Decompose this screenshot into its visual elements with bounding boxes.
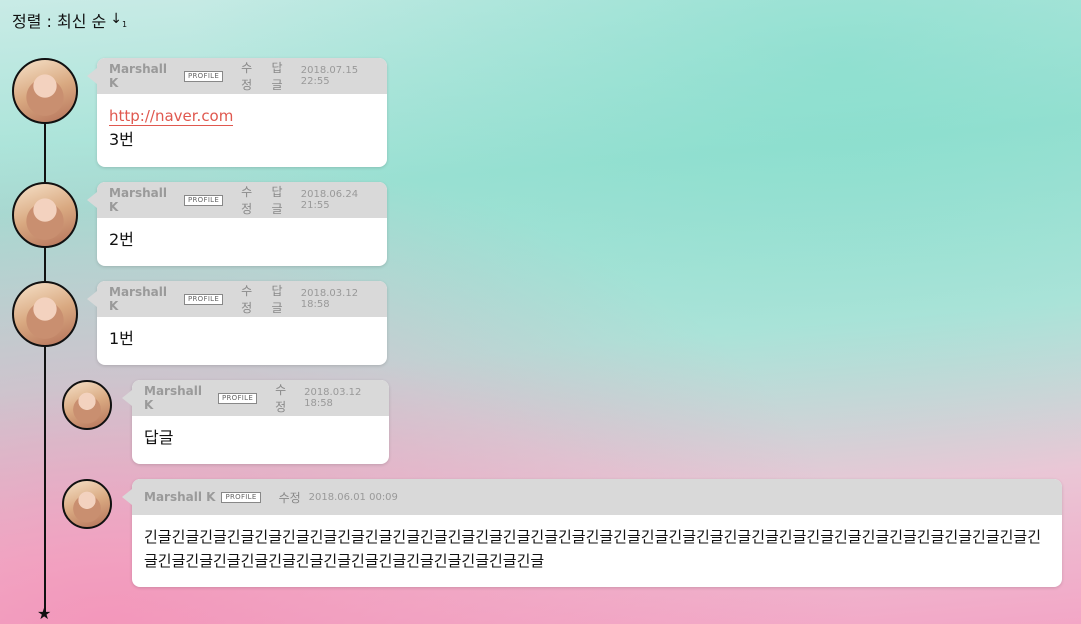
avatar[interactable] <box>62 479 112 529</box>
comment-text: 답글 <box>144 428 174 447</box>
comment-date: 2018.06.01 00:09 <box>308 491 398 503</box>
comment-card: Marshall K PROFILE 수정 답글 2018.07.15 22:5… <box>87 58 387 167</box>
comment-header: Marshall K PROFILE 수정 2018.03.12 18:58 <box>122 380 389 416</box>
edit-button[interactable]: 수정 <box>241 282 262 316</box>
sort-control[interactable]: 정렬 : 최신 순 ↓1 <box>12 8 127 32</box>
comment-body: 긴글긴글긴글긴글긴글긴글긴글긴글긴글긴글긴글긴글긴글긴글긴글긴글긴글긴글긴글긴글… <box>132 515 1062 583</box>
comment-author[interactable]: Marshall K <box>144 384 212 412</box>
timeline-end-star-icon: ★ <box>37 604 52 623</box>
edit-button[interactable]: 수정 <box>275 381 296 415</box>
reply-card: Marshall K PROFILE 수정 2018.03.12 18:58 답… <box>122 380 389 464</box>
edit-button[interactable]: 수정 <box>241 59 262 93</box>
reply-button[interactable]: 답글 <box>271 183 292 217</box>
reply-button[interactable]: 답글 <box>271 59 292 93</box>
profile-badge[interactable]: PROFILE <box>184 70 224 82</box>
sort-descending-icon[interactable]: ↓1 <box>110 11 127 29</box>
comment-header: Marshall K PROFILE 수정 답글 2018.07.15 22:5… <box>87 58 387 94</box>
comment-author[interactable]: Marshall K <box>109 186 178 214</box>
comment-link[interactable]: http://naver.com <box>109 107 234 126</box>
comment-author[interactable]: Marshall K <box>144 490 215 504</box>
comment-text: 2번 <box>109 230 134 249</box>
sort-label: 정렬 : 최신 순 <box>12 12 107 31</box>
avatar[interactable] <box>12 58 78 124</box>
comment-card: Marshall K PROFILE 수정 답글 2018.03.12 18:5… <box>87 281 387 365</box>
comment-card: Marshall K PROFILE 수정 답글 2018.06.24 21:5… <box>87 182 387 266</box>
reply-button[interactable]: 답글 <box>271 282 292 316</box>
reply-card: Marshall K PROFILE 수정 2018.06.01 00:09 긴… <box>122 479 1062 587</box>
comment-body: 2번 <box>97 218 387 262</box>
comment-header: Marshall K PROFILE 수정 2018.06.01 00:09 <box>122 479 1062 515</box>
comment-date: 2018.03.12 18:58 <box>300 288 359 310</box>
comment-date: 2018.06.24 21:55 <box>300 189 359 211</box>
comment-body: 답글 <box>132 416 389 460</box>
comment-header: Marshall K PROFILE 수정 답글 2018.06.24 21:5… <box>87 182 387 218</box>
comment-text: 긴글긴글긴글긴글긴글긴글긴글긴글긴글긴글긴글긴글긴글긴글긴글긴글긴글긴글긴글긴글… <box>144 528 1042 570</box>
avatar[interactable] <box>62 380 112 430</box>
edit-button[interactable]: 수정 <box>241 183 262 217</box>
comment-author[interactable]: Marshall K <box>109 62 178 90</box>
profile-badge[interactable]: PROFILE <box>184 194 224 206</box>
avatar[interactable] <box>12 281 78 347</box>
comment-date: 2018.07.15 22:55 <box>300 65 359 87</box>
comment-date: 2018.03.12 18:58 <box>304 387 362 409</box>
profile-badge[interactable]: PROFILE <box>184 293 224 305</box>
profile-badge[interactable]: PROFILE <box>221 491 261 503</box>
comment-header: Marshall K PROFILE 수정 답글 2018.03.12 18:5… <box>87 281 387 317</box>
comment-text: 3번 <box>109 130 134 149</box>
edit-button[interactable]: 수정 <box>279 489 301 506</box>
comment-body: 1번 <box>97 317 387 361</box>
profile-badge[interactable]: PROFILE <box>217 392 258 404</box>
comment-text: 1번 <box>109 329 134 348</box>
comment-author[interactable]: Marshall K <box>109 285 178 313</box>
comment-body: http://naver.com 3번 <box>97 94 387 162</box>
avatar[interactable] <box>12 182 78 248</box>
